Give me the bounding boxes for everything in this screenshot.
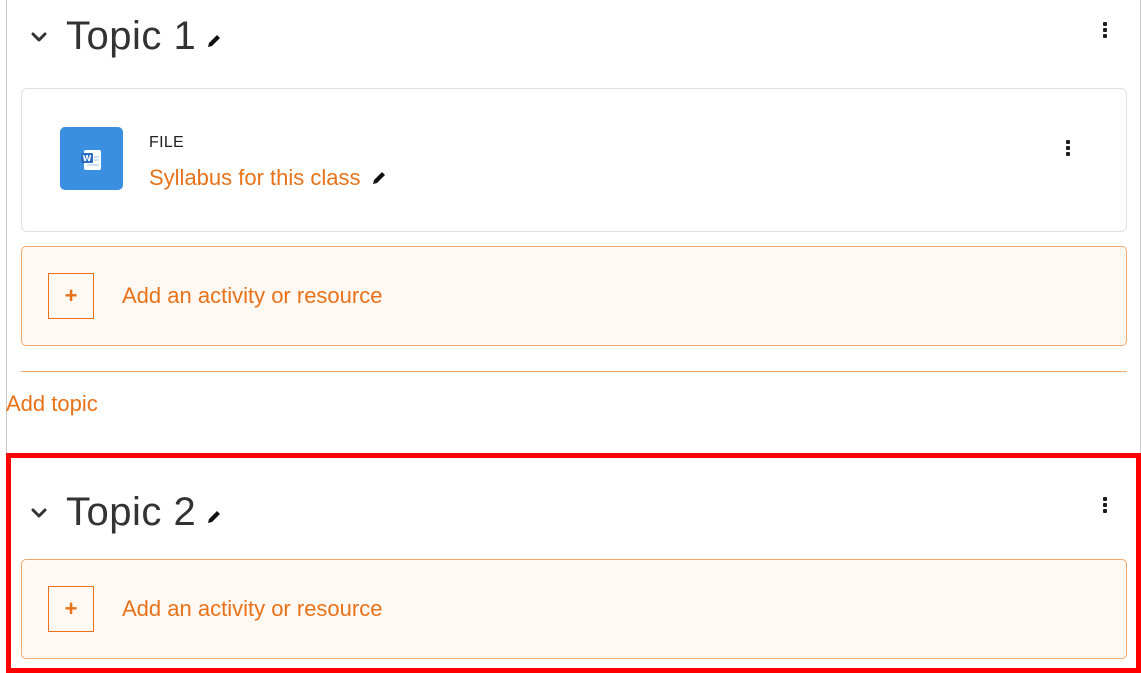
svg-text:W: W — [82, 154, 91, 163]
edit-pencil-icon[interactable] — [371, 170, 387, 186]
divider — [21, 371, 1127, 372]
topic-2-add-activity[interactable]: + Add an activity or resource — [21, 559, 1127, 659]
word-document-icon[interactable]: W — [60, 127, 123, 190]
activity-card: W FILE Syllabus for this class — [21, 88, 1127, 232]
activity-link[interactable]: Syllabus for this class — [149, 165, 387, 191]
activity-type-label: FILE — [149, 134, 184, 151]
edit-pencil-icon[interactable] — [206, 509, 222, 525]
activity-name[interactable]: Syllabus for this class — [149, 165, 361, 191]
topic-1-menu-icon[interactable] — [1102, 21, 1108, 39]
chevron-down-icon[interactable] — [30, 504, 48, 522]
chevron-down-icon[interactable] — [30, 28, 48, 46]
plus-icon[interactable]: + — [48, 586, 94, 632]
topic-2-menu-icon[interactable] — [1102, 496, 1108, 514]
topic-1-add-activity[interactable]: + Add an activity or resource — [21, 246, 1127, 346]
activity-menu-icon[interactable] — [1065, 139, 1071, 157]
topic-2-header: Topic 2 — [30, 490, 222, 535]
topic-1-title: Topic 1 — [66, 14, 197, 58]
topic-1-header: Topic 1 — [30, 14, 222, 59]
plus-icon[interactable]: + — [48, 273, 94, 319]
add-activity-label[interactable]: Add an activity or resource — [122, 596, 382, 622]
edit-pencil-icon[interactable] — [206, 33, 222, 49]
add-topic-link[interactable]: Add topic — [6, 391, 98, 417]
add-activity-label[interactable]: Add an activity or resource — [122, 283, 382, 309]
topic-2-title: Topic 2 — [66, 490, 197, 534]
